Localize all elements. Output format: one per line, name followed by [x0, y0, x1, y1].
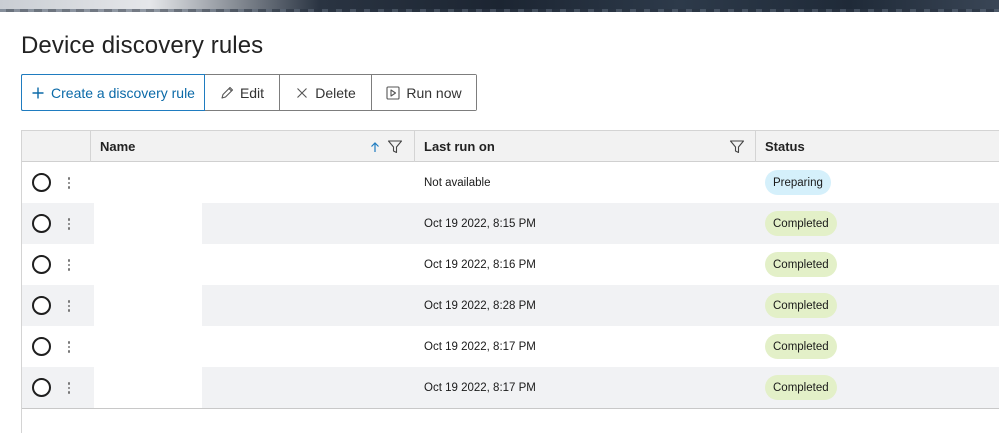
kebab-icon[interactable]: [62, 215, 76, 233]
row-select-radio[interactable]: [32, 173, 51, 192]
table-row[interactable]: Oct 19 2022, 8:28 PM Completed: [22, 285, 999, 326]
row-select-radio[interactable]: [32, 214, 51, 233]
toolbar: Create a discovery rule Edit Delete Run …: [21, 74, 477, 111]
run-now-label: Run now: [406, 84, 462, 101]
name-cell-redacted: [94, 367, 202, 408]
edit-button[interactable]: Edit: [205, 75, 280, 110]
status-badge: Completed: [765, 293, 837, 318]
last-run-cell: Oct 19 2022, 8:17 PM: [424, 381, 536, 394]
funnel-icon[interactable]: [386, 138, 404, 156]
column-last-run-label: Last run on: [424, 139, 495, 154]
kebab-icon[interactable]: [62, 256, 76, 274]
last-run-cell: Oct 19 2022, 8:17 PM: [424, 340, 536, 353]
status-badge: Completed: [765, 334, 837, 359]
table-row[interactable]: Oct 19 2022, 8:16 PM Completed: [22, 244, 999, 285]
arrow-up-icon[interactable]: [366, 138, 384, 156]
page-title: Device discovery rules: [21, 32, 264, 59]
status-badge: Completed: [765, 211, 837, 236]
table-row[interactable]: Not available Preparing: [22, 162, 999, 203]
delete-button[interactable]: Delete: [280, 75, 372, 110]
status-badge: Preparing: [765, 170, 831, 195]
table-footer-divider: [22, 408, 999, 409]
last-run-cell: Oct 19 2022, 8:15 PM: [424, 217, 536, 230]
last-run-cell: Oct 19 2022, 8:28 PM: [424, 299, 536, 312]
create-discovery-rule-label: Create a discovery rule: [51, 84, 195, 101]
column-status-label: Status: [765, 139, 805, 154]
kebab-icon[interactable]: [62, 297, 76, 315]
kebab-icon[interactable]: [62, 379, 76, 397]
table-header: Name Last run on Status: [22, 131, 999, 162]
plus-icon: [31, 86, 45, 100]
row-select-radio[interactable]: [32, 337, 51, 356]
column-header-last-run[interactable]: Last run on: [414, 131, 755, 162]
delete-label: Delete: [315, 84, 356, 101]
edit-label: Edit: [239, 84, 265, 101]
funnel-icon[interactable]: [728, 138, 746, 156]
row-select-radio[interactable]: [32, 255, 51, 274]
status-badge: Completed: [765, 375, 837, 400]
row-select-radio[interactable]: [32, 378, 51, 397]
name-cell-redacted: [94, 203, 202, 244]
discovery-rules-table: Name Last run on Status Not available Pr…: [21, 130, 999, 433]
x-icon: [295, 86, 309, 100]
column-header-status[interactable]: Status: [755, 131, 999, 162]
kebab-icon[interactable]: [62, 174, 76, 192]
create-discovery-rule-button[interactable]: Create a discovery rule: [21, 74, 205, 111]
play-square-icon: [386, 85, 400, 100]
last-run-cell: Not available: [424, 176, 491, 189]
header-banner-image: [0, 0, 999, 12]
table-row[interactable]: Oct 19 2022, 8:17 PM Completed: [22, 326, 999, 367]
status-badge: Completed: [765, 252, 837, 277]
last-run-cell: Oct 19 2022, 8:16 PM: [424, 258, 536, 271]
table-row[interactable]: Oct 19 2022, 8:15 PM Completed: [22, 203, 999, 244]
column-name-label: Name: [100, 139, 136, 154]
kebab-icon[interactable]: [62, 338, 76, 356]
pencil-icon: [220, 86, 234, 100]
run-now-button[interactable]: Run now: [372, 75, 476, 110]
table-row[interactable]: Oct 19 2022, 8:17 PM Completed: [22, 367, 999, 408]
name-cell-redacted: [94, 285, 202, 326]
row-select-radio[interactable]: [32, 296, 51, 315]
